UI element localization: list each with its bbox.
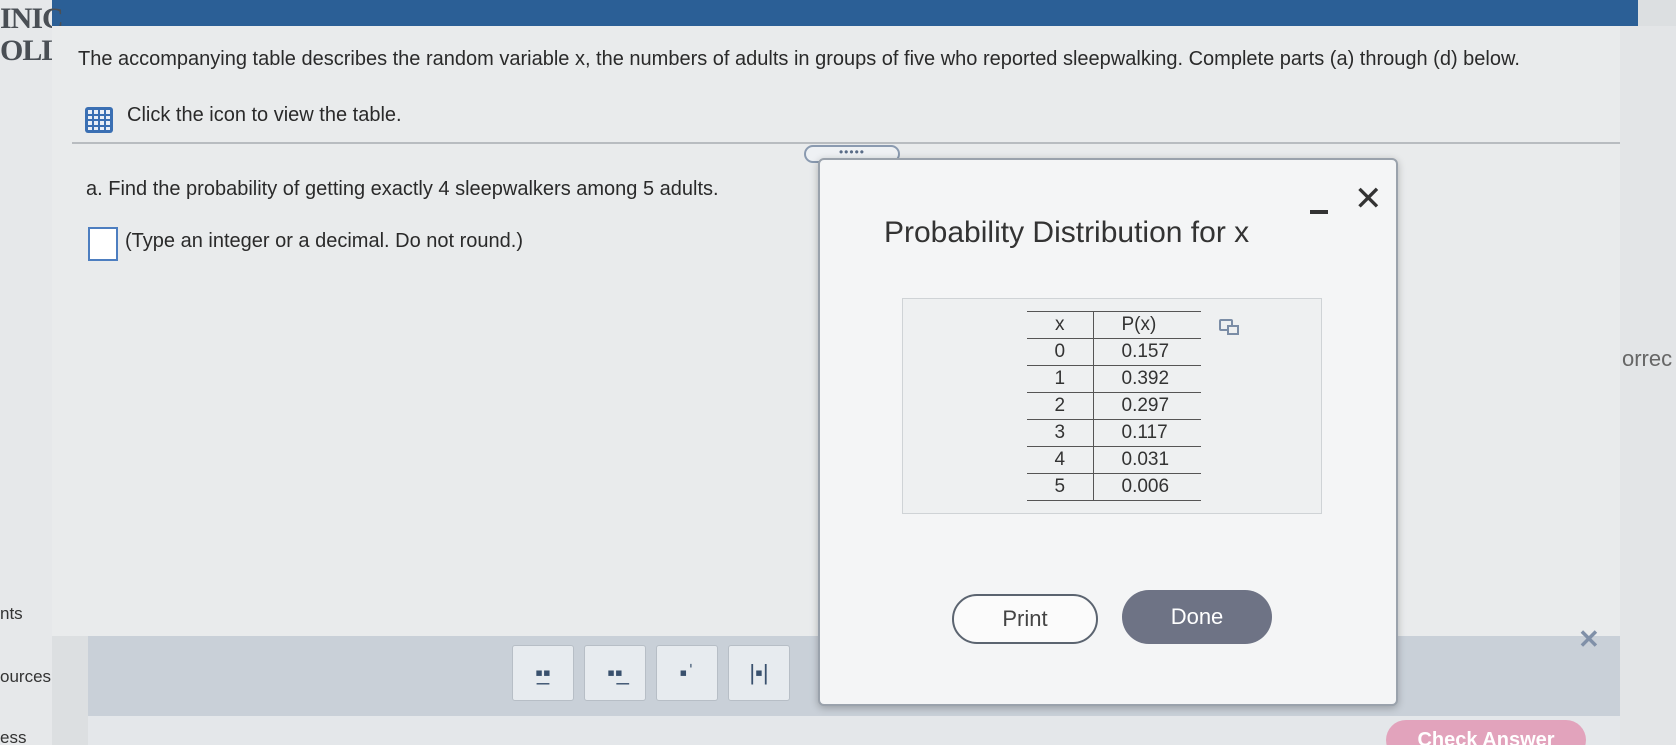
print-button[interactable]: Print xyxy=(952,594,1098,644)
cell-px: 0.117 xyxy=(1093,419,1201,447)
copy-icon[interactable] xyxy=(1219,319,1239,335)
check-answer-button[interactable]: Check Answer xyxy=(1386,720,1586,745)
minimize-icon[interactable] xyxy=(1308,200,1330,222)
table-row: 2 0.297 xyxy=(1027,392,1201,420)
header-x: x xyxy=(1027,311,1094,339)
cell-px: 0.006 xyxy=(1093,473,1201,501)
dialog-title: Probability Distribution for x xyxy=(884,216,1250,249)
sidebar-item-points[interactable]: nts xyxy=(0,604,23,624)
cell-x: 4 xyxy=(1027,446,1094,474)
fraction-icon: ▪̲▪ xyxy=(535,660,551,685)
part-a-question: a. Find the probability of getting exact… xyxy=(86,178,719,200)
mixed-number-icon: ▪▪̲ xyxy=(607,660,623,685)
answer-input[interactable] xyxy=(88,227,118,261)
table-row: 3 0.117 xyxy=(1027,419,1201,447)
right-panel xyxy=(1620,26,1676,745)
cell-px: 0.157 xyxy=(1093,338,1201,366)
cell-x: 5 xyxy=(1027,473,1094,501)
cell-px: 0.297 xyxy=(1093,392,1201,420)
close-icon[interactable]: ✕ xyxy=(1354,182,1383,216)
probability-distribution-dialog: Probability Distribution for x ✕ x P(x) … xyxy=(818,158,1398,706)
cell-px: 0.392 xyxy=(1093,365,1201,393)
table-frame: x P(x) 0 0.157 1 0.392 2 0.297 3 0.117 4… xyxy=(902,298,1322,514)
top-bar xyxy=(48,0,1638,26)
toolbar-close-icon[interactable]: ✕ xyxy=(1578,624,1600,655)
table-row: 4 0.031 xyxy=(1027,446,1201,474)
done-button[interactable]: Done xyxy=(1122,590,1272,644)
right-clipped-text: orrec xyxy=(1622,346,1673,371)
sidebar-item-resources[interactable]: ources xyxy=(0,667,51,687)
exponent-button[interactable]: ▪ˈ xyxy=(656,645,718,701)
absolute-value-icon: |▪| xyxy=(749,660,769,685)
divider xyxy=(72,142,1620,144)
header-px: P(x) xyxy=(1093,311,1201,339)
table-link-text: Click the icon to view the table. xyxy=(127,104,402,126)
table-row: 0 0.157 xyxy=(1027,338,1201,366)
table-icon[interactable] xyxy=(85,107,113,133)
table-row: 1 0.392 xyxy=(1027,365,1201,393)
cell-x: 0 xyxy=(1027,338,1094,366)
mixed-number-button[interactable]: ▪▪̲ xyxy=(584,645,646,701)
cell-x: 1 xyxy=(1027,365,1094,393)
table-row: 5 0.006 xyxy=(1027,473,1201,501)
cell-x: 3 xyxy=(1027,419,1094,447)
answer-hint: (Type an integer or a decimal. Do not ro… xyxy=(125,230,523,252)
left-sidebar: INIC OLLI nts ources ess xyxy=(0,0,72,745)
question-intro: The accompanying table describes the ran… xyxy=(78,48,1520,70)
sidebar-item-progress[interactable]: ess xyxy=(0,728,26,745)
fraction-button[interactable]: ▪̲▪ xyxy=(512,645,574,701)
cell-px: 0.031 xyxy=(1093,446,1201,474)
exponent-icon: ▪ˈ xyxy=(679,660,695,685)
absolute-value-button[interactable]: |▪| xyxy=(728,645,790,701)
cell-x: 2 xyxy=(1027,392,1094,420)
distribution-table: x P(x) 0 0.157 1 0.392 2 0.297 3 0.117 4… xyxy=(1027,311,1201,501)
